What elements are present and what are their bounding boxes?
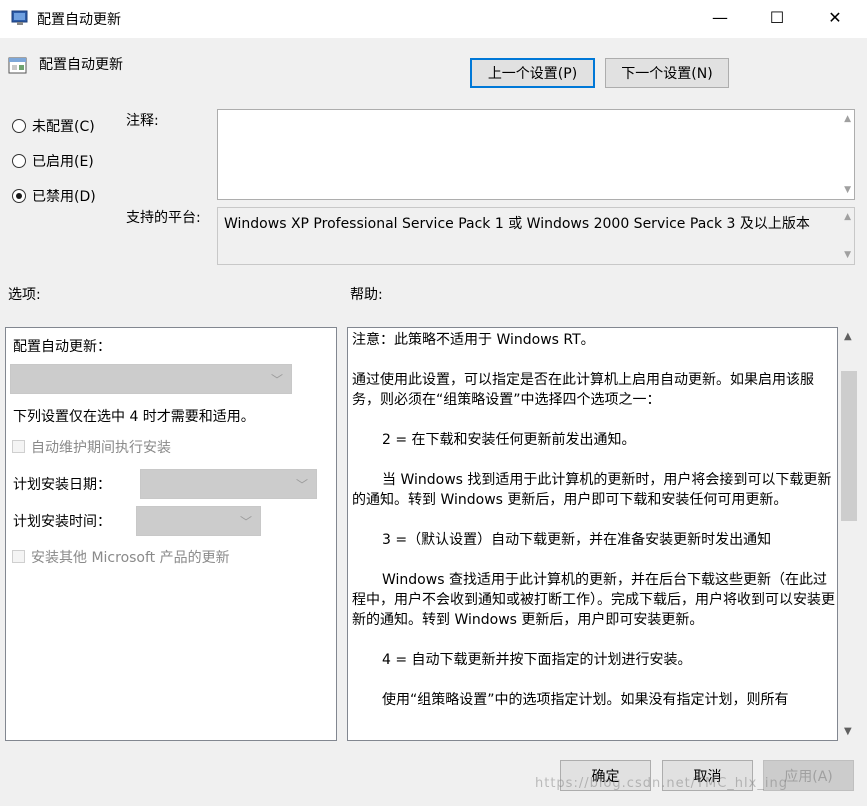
help-panel: 注意：此策略不适用于 Windows RT。 通过使用此设置，可以指定是否在此计…: [347, 327, 838, 741]
scroll-down-icon: ▼: [844, 250, 851, 260]
configure-dropdown[interactable]: ﹀: [10, 364, 292, 394]
help-paragraph: Windows 查找适用于此计算机的更新，并在后台下载这些更新（在此过程中，用户…: [352, 572, 835, 628]
help-text: 注意：此策略不适用于 Windows RT。 通过使用此设置，可以指定是否在此计…: [352, 330, 836, 710]
help-heading: 帮助:: [350, 287, 383, 303]
install-time-dropdown[interactable]: ﹀: [136, 506, 261, 536]
install-day-dropdown[interactable]: ﹀: [140, 469, 317, 499]
help-scrollbar[interactable]: ▲ ▼: [839, 327, 859, 741]
other-products-checkbox-label: 安装其他 Microsoft 产品的更新: [31, 550, 230, 566]
radio-enabled-label: 已启用(E): [32, 154, 94, 170]
window-title: 配置自动更新: [37, 12, 121, 28]
help-paragraph: 通过使用此设置，可以指定是否在此计算机上启用自动更新。如果启用该服务，则必须在“…: [352, 372, 814, 408]
policy-icon: [8, 57, 27, 74]
close-icon[interactable]: ✕: [812, 0, 858, 34]
scroll-up-icon: ▲: [844, 114, 851, 124]
policy-title: 配置自动更新: [39, 57, 123, 73]
chevron-down-icon: ﹀: [270, 373, 283, 387]
maintenance-checkbox-label: 自动维护期间执行安装: [31, 440, 171, 456]
platform-value: Windows XP Professional Service Pack 1 或…: [224, 216, 810, 232]
help-paragraph: 当 Windows 找到适用于此计算机的更新时，用户将会接到可以下载更新的通知。…: [352, 472, 832, 508]
radio-disabled-label: 已禁用(D): [32, 189, 96, 205]
minimize-icon[interactable]: —: [697, 0, 743, 34]
app-icon: [11, 10, 28, 25]
options-heading: 选项:: [8, 287, 41, 303]
radio-not-configured-label: 未配置(C): [32, 119, 95, 135]
next-setting-button[interactable]: 下一个设置(N): [605, 58, 729, 88]
radio-disabled[interactable]: 已禁用(D): [12, 186, 96, 206]
comment-label: 注释:: [126, 113, 159, 129]
other-products-checkbox[interactable]: [12, 550, 25, 563]
radio-circle[interactable]: [12, 154, 26, 168]
watermark: https://blog.csdn.net/TMC_hlx_ing: [535, 776, 788, 791]
install-time-label: 计划安装时间：: [13, 514, 111, 530]
help-paragraph: 使用“组策略设置”中的选项指定计划。如果没有指定计划，则所有: [382, 692, 789, 708]
platform-field: Windows XP Professional Service Pack 1 或…: [217, 207, 855, 265]
radio-circle[interactable]: [12, 119, 26, 133]
platform-label: 支持的平台:: [126, 210, 201, 226]
options-note: 下列设置仅在选中 4 时才需要和适用。: [13, 409, 255, 425]
scroll-up-icon: ▲: [844, 212, 851, 222]
help-paragraph: 3 =（默认设置）自动下载更新，并在准备安装更新时发出通知: [382, 532, 772, 548]
configure-label: 配置自动更新：: [13, 339, 111, 355]
options-panel: 配置自动更新： ﹀ 下列设置仅在选中 4 时才需要和适用。 自动维护期间执行安装…: [5, 327, 337, 741]
help-paragraph: 2 = 在下载和安装任何更新前发出通知。: [382, 432, 636, 448]
chevron-down-icon: ﹀: [239, 515, 252, 529]
install-day-label: 计划安装日期：: [13, 477, 111, 493]
radio-not-configured[interactable]: 未配置(C): [12, 116, 95, 136]
help-paragraph: 4 = 自动下载更新并按下面指定的计划进行安装。: [382, 652, 692, 668]
radio-circle-checked[interactable]: [12, 189, 26, 203]
prev-setting-button[interactable]: 上一个设置(P): [470, 58, 595, 88]
maximize-icon[interactable]: ☐: [754, 0, 800, 34]
scroll-down-icon[interactable]: ▼: [844, 726, 852, 737]
chevron-down-icon: ﹀: [295, 478, 308, 492]
scroll-up-icon[interactable]: ▲: [844, 331, 852, 342]
maintenance-checkbox[interactable]: [12, 440, 25, 453]
help-paragraph: 注意：此策略不适用于 Windows RT。: [352, 332, 595, 348]
scrollbar-thumb[interactable]: [841, 371, 857, 521]
radio-enabled[interactable]: 已启用(E): [12, 151, 94, 171]
scroll-down-icon: ▼: [844, 185, 851, 195]
comment-textarea[interactable]: ▲ ▼: [217, 109, 855, 200]
